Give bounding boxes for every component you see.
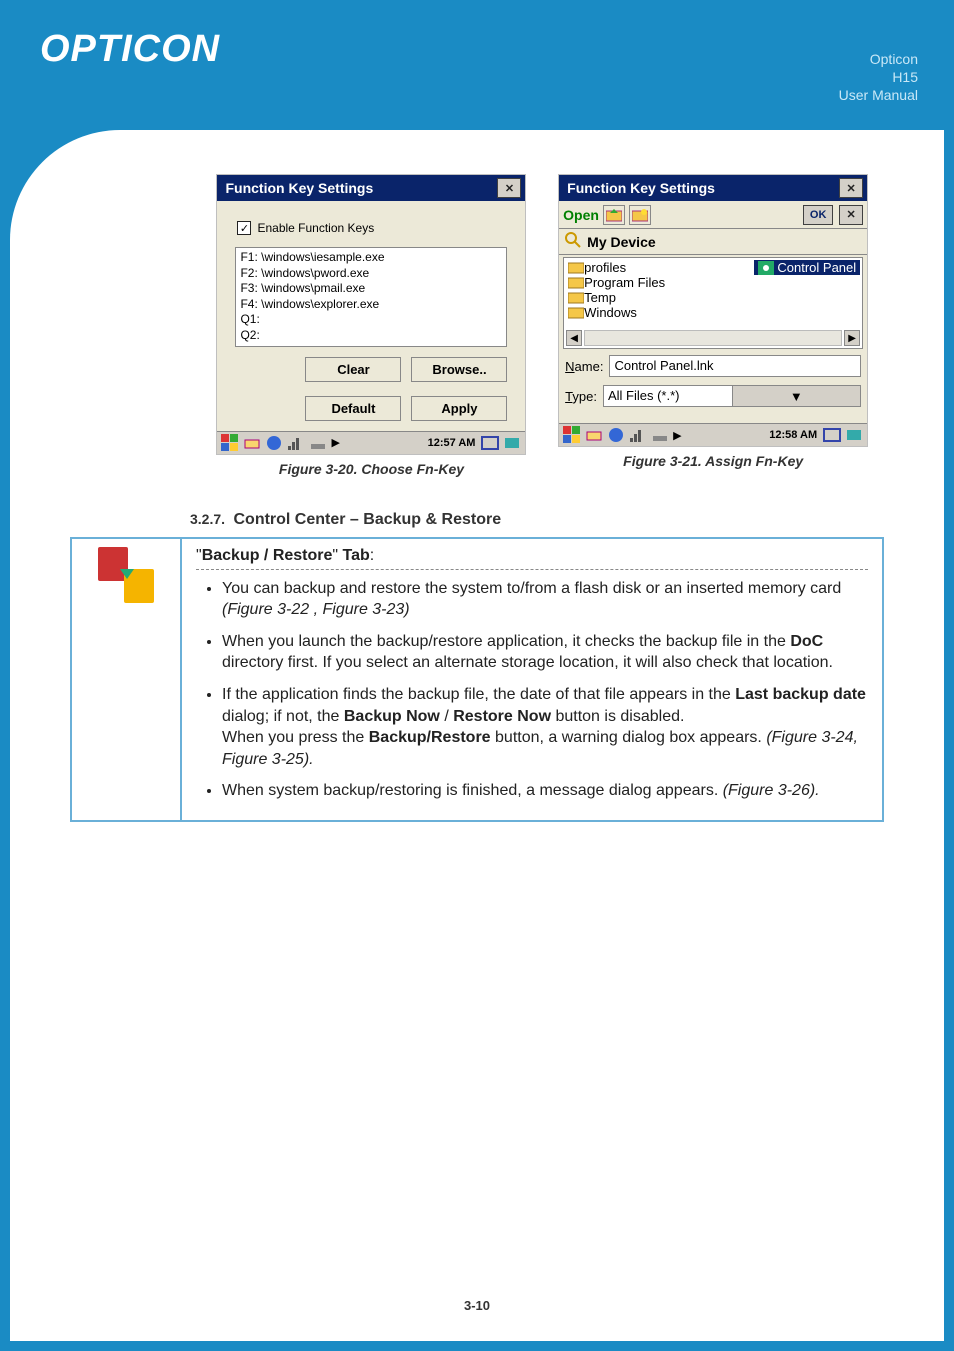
list-item: F2: \windows\pword.exe bbox=[240, 266, 502, 282]
control-panel-item[interactable]: Control Panel bbox=[754, 260, 860, 275]
tray-icon[interactable] bbox=[585, 426, 603, 444]
volume-icon[interactable] bbox=[265, 434, 283, 452]
tray-arrow-icon[interactable]: ▶ bbox=[673, 429, 681, 442]
apply-button[interactable]: Apply bbox=[411, 396, 507, 421]
chevron-down-icon[interactable]: ▼ bbox=[732, 386, 861, 406]
clear-button[interactable]: Clear bbox=[305, 357, 401, 382]
default-button[interactable]: Default bbox=[305, 396, 401, 421]
pda-screenshot-assign-fnkey: Function Key Settings ✕ Open OK ✕ My Dev… bbox=[558, 174, 868, 447]
function-key-list[interactable]: F1: \windows\iesample.exe F2: \windows\p… bbox=[235, 247, 507, 347]
open-dialog-label: Open bbox=[563, 207, 599, 223]
backup-restore-icon bbox=[98, 547, 154, 603]
window-title: Function Key Settings bbox=[563, 180, 837, 196]
close-icon[interactable]: ✕ bbox=[497, 178, 521, 198]
checkbox-checked-icon bbox=[237, 221, 251, 235]
list-item: You can backup and restore the system to… bbox=[222, 578, 868, 621]
start-icon[interactable] bbox=[221, 434, 239, 452]
list-item: F4: \windows\explorer.exe bbox=[240, 297, 502, 313]
network-icon[interactable] bbox=[309, 434, 327, 452]
list-item: Q2: bbox=[240, 328, 502, 344]
type-dropdown[interactable]: All Files (*.*) ▼ bbox=[603, 385, 861, 407]
sip-icon[interactable] bbox=[823, 426, 841, 444]
network-icon[interactable] bbox=[651, 426, 669, 444]
scroll-left-icon[interactable]: ◀ bbox=[566, 330, 582, 346]
list-item: If the application finds the backup file… bbox=[222, 684, 868, 770]
type-value: All Files (*.*) bbox=[604, 386, 732, 406]
doc-type: User Manual bbox=[839, 86, 918, 104]
volume-icon[interactable] bbox=[607, 426, 625, 444]
pda-screenshot-choose-fnkey: Function Key Settings ✕ Enable Function … bbox=[216, 174, 526, 455]
new-folder-icon[interactable] bbox=[629, 205, 651, 225]
section-number: 3.2.7. bbox=[190, 511, 225, 527]
list-item: Q1: bbox=[240, 312, 502, 328]
sip-icon[interactable] bbox=[481, 434, 499, 452]
tray-icon[interactable] bbox=[243, 434, 261, 452]
checkbox-label: Enable Function Keys bbox=[257, 221, 374, 235]
folder-item[interactable]: Temp bbox=[566, 290, 860, 305]
folder-item[interactable]: Windows bbox=[566, 305, 860, 320]
folder-item[interactable]: Program Files bbox=[566, 275, 860, 290]
figure-table: Function Key Settings ✕ Enable Function … bbox=[70, 170, 884, 487]
folder-label: profiles bbox=[584, 260, 626, 275]
list-item: When system backup/restoring is finished… bbox=[222, 780, 868, 802]
ok-button[interactable]: OK bbox=[803, 205, 833, 225]
mydevice-icon bbox=[565, 232, 583, 251]
window-title: Function Key Settings bbox=[221, 180, 495, 196]
page-number: 3-10 bbox=[10, 1298, 944, 1313]
list-item: F3: \windows\pmail.exe bbox=[240, 281, 502, 297]
clock: 12:58 AM bbox=[769, 429, 817, 441]
desktop-icon[interactable] bbox=[845, 426, 863, 444]
mydevice-label: My Device bbox=[587, 234, 655, 250]
horizontal-scrollbar[interactable] bbox=[584, 330, 842, 346]
file-list[interactable]: profiles Program Files Temp Windows bbox=[563, 257, 863, 349]
bullet-list: You can backup and restore the system to… bbox=[196, 578, 868, 802]
tray-arrow-icon[interactable]: ▶ bbox=[331, 436, 339, 449]
signal-icon[interactable] bbox=[287, 434, 305, 452]
taskbar: ▶ 12:57 AM bbox=[217, 431, 525, 454]
start-icon[interactable] bbox=[563, 426, 581, 444]
list-item: When you launch the backup/restore appli… bbox=[222, 631, 868, 674]
control-panel-label: Control Panel bbox=[777, 260, 856, 275]
type-label: Type: bbox=[565, 389, 597, 404]
section-title: Control Center – Backup & Restore bbox=[233, 511, 501, 528]
desktop-icon[interactable] bbox=[503, 434, 521, 452]
clock: 12:57 AM bbox=[428, 437, 476, 449]
model-name: H15 bbox=[839, 68, 918, 86]
close-icon[interactable]: ✕ bbox=[839, 178, 863, 198]
name-field[interactable]: Control Panel.lnk bbox=[609, 355, 861, 377]
scroll-right-icon[interactable]: ▶ bbox=[844, 330, 860, 346]
folder-label: Program Files bbox=[584, 275, 665, 290]
list-item: F1: \windows\iesample.exe bbox=[240, 250, 502, 266]
brand-logo: OPTICON bbox=[40, 28, 914, 71]
figure-caption: Figure 3-20. Choose Fn-Key bbox=[205, 455, 539, 483]
signal-icon[interactable] bbox=[629, 426, 647, 444]
folder-label: Windows bbox=[584, 305, 637, 320]
backup-restore-panel: "Backup / Restore" Tab: You can backup a… bbox=[70, 537, 884, 822]
tab-header: "Backup / Restore" Tab: bbox=[196, 547, 868, 570]
folder-up-icon[interactable] bbox=[603, 205, 625, 225]
name-label: Name: bbox=[565, 359, 603, 374]
browse-button[interactable]: Browse.. bbox=[411, 357, 507, 382]
enable-function-keys-checkbox[interactable]: Enable Function Keys bbox=[237, 221, 515, 235]
cancel-icon[interactable]: ✕ bbox=[839, 205, 863, 225]
figure-caption: Figure 3-21. Assign Fn-Key bbox=[546, 447, 880, 475]
brand-name: Opticon bbox=[839, 50, 918, 68]
taskbar: ▶ 12:58 AM bbox=[559, 423, 867, 446]
folder-label: Temp bbox=[584, 290, 616, 305]
